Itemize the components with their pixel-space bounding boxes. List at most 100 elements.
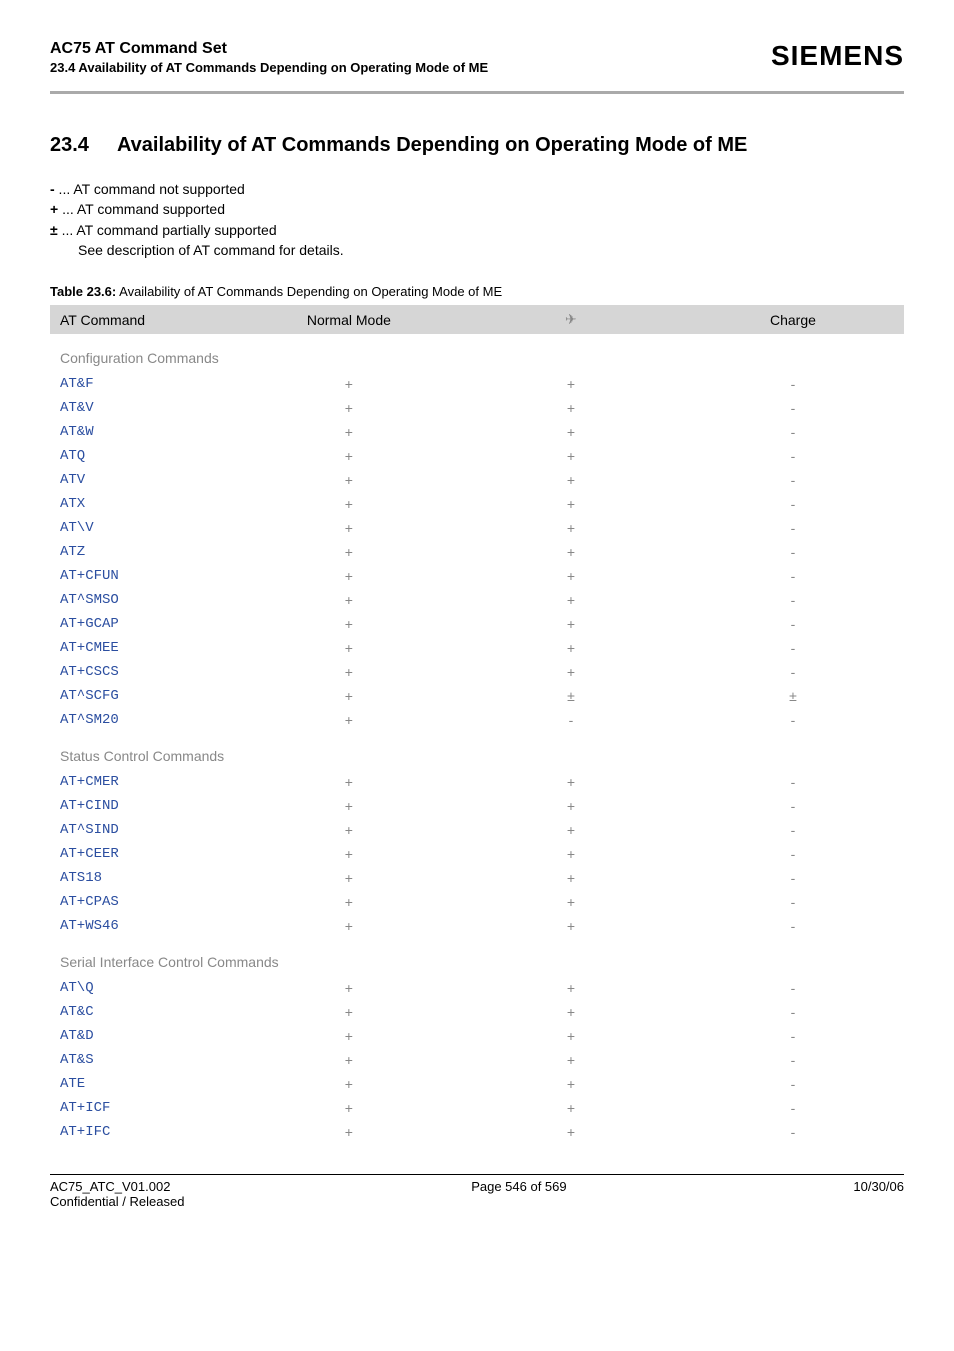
airplane-mode-cell: + (460, 396, 682, 420)
at-command-cell[interactable]: AT+CEER (50, 842, 238, 866)
charge-cell: - (682, 588, 904, 612)
normal-mode-cell: + (238, 540, 460, 564)
table-row: AT&D++- (50, 1024, 904, 1048)
at-command-cell[interactable]: AT\V (50, 516, 238, 540)
charge-cell: - (682, 564, 904, 588)
page-footer: AC75_ATC_V01.002 Confidential / Released… (50, 1175, 904, 1209)
footer-doc-id: AC75_ATC_V01.002 (50, 1179, 184, 1194)
charge-cell: - (682, 612, 904, 636)
at-command-cell[interactable]: AT+CSCS (50, 660, 238, 684)
table-row: AT^SMSO++- (50, 588, 904, 612)
table-row: AT+WS46++- (50, 914, 904, 938)
at-command-cell[interactable]: ATS18 (50, 866, 238, 890)
col-at-command: AT Command (50, 305, 238, 334)
at-command-cell[interactable]: AT+ICF (50, 1096, 238, 1120)
charge-cell: - (682, 516, 904, 540)
table-caption: Table 23.6: Availability of AT Commands … (50, 284, 904, 299)
airplane-mode-cell: + (460, 588, 682, 612)
legend-plusminus-text: ... AT command partially supported (58, 222, 277, 238)
at-command-cell[interactable]: AT^SIND (50, 818, 238, 842)
at-command-cell[interactable]: AT+CIND (50, 794, 238, 818)
charge-cell: - (682, 636, 904, 660)
airplane-mode-cell: + (460, 564, 682, 588)
normal-mode-cell: + (238, 794, 460, 818)
at-command-cell[interactable]: AT+CPAS (50, 890, 238, 914)
at-command-cell[interactable]: ATZ (50, 540, 238, 564)
section-title: Availability of AT Commands Depending on… (117, 134, 747, 156)
table-row: AT+GCAP++- (50, 612, 904, 636)
airplane-mode-cell: + (460, 866, 682, 890)
charge-cell: - (682, 660, 904, 684)
at-command-cell[interactable]: AT+CMEE (50, 636, 238, 660)
at-command-cell[interactable]: AT+CFUN (50, 564, 238, 588)
table-row: AT\Q++- (50, 976, 904, 1000)
airplane-mode-cell: + (460, 818, 682, 842)
charge-cell: - (682, 770, 904, 794)
at-command-cell[interactable]: AT&C (50, 1000, 238, 1024)
table-caption-text: Availability of AT Commands Depending on… (116, 284, 502, 299)
at-command-cell[interactable]: ATX (50, 492, 238, 516)
col-airplane-mode: ✈ (460, 305, 682, 334)
table-row: AT^SM20+-- (50, 708, 904, 732)
at-command-cell[interactable]: AT&S (50, 1048, 238, 1072)
airplane-mode-cell: + (460, 794, 682, 818)
table-row: AT+CMEE++- (50, 636, 904, 660)
normal-mode-cell: + (238, 420, 460, 444)
legend-plus-text: ... AT command supported (58, 201, 225, 217)
at-command-cell[interactable]: AT^SMSO (50, 588, 238, 612)
airplane-mode-cell: - (460, 708, 682, 732)
airplane-mode-cell: + (460, 612, 682, 636)
airplane-mode-cell: + (460, 842, 682, 866)
charge-cell: - (682, 1024, 904, 1048)
charge-cell: - (682, 444, 904, 468)
normal-mode-cell: + (238, 588, 460, 612)
legend: - ... AT command not supported + ... AT … (50, 179, 904, 260)
table-row: ATZ++- (50, 540, 904, 564)
table-header-row: AT Command Normal Mode ✈ Charge (50, 305, 904, 334)
brand-logo: SIEMENS (771, 40, 904, 72)
table-row: AT&F++- (50, 372, 904, 396)
charge-cell: - (682, 1096, 904, 1120)
charge-cell: - (682, 890, 904, 914)
legend-plus: + (50, 199, 58, 219)
normal-mode-cell: + (238, 842, 460, 866)
col-charge: Charge (682, 305, 904, 334)
normal-mode-cell: + (238, 818, 460, 842)
airplane-mode-cell: + (460, 770, 682, 794)
at-command-cell[interactable]: AT&F (50, 372, 238, 396)
airplane-mode-cell: + (460, 1096, 682, 1120)
at-command-cell[interactable]: AT&D (50, 1024, 238, 1048)
at-command-cell[interactable]: AT^SCFG (50, 684, 238, 708)
table-row: AT^SCFG+±± (50, 684, 904, 708)
charge-cell: - (682, 540, 904, 564)
airplane-mode-cell: + (460, 372, 682, 396)
at-command-cell[interactable]: ATQ (50, 444, 238, 468)
normal-mode-cell: + (238, 372, 460, 396)
at-command-cell[interactable]: AT+CMER (50, 770, 238, 794)
charge-cell: - (682, 1120, 904, 1144)
commands-table: AT Command Normal Mode ✈ Charge Configur… (50, 305, 904, 1144)
at-command-cell[interactable]: AT\Q (50, 976, 238, 1000)
table-row: ATX++- (50, 492, 904, 516)
at-command-cell[interactable]: AT^SM20 (50, 708, 238, 732)
at-command-cell[interactable]: ATE (50, 1072, 238, 1096)
table-row: ATV++- (50, 468, 904, 492)
normal-mode-cell: + (238, 636, 460, 660)
charge-cell: - (682, 976, 904, 1000)
charge-cell: - (682, 1048, 904, 1072)
table-caption-label: Table 23.6: (50, 284, 116, 299)
at-command-cell[interactable]: AT&V (50, 396, 238, 420)
at-command-cell[interactable]: AT&W (50, 420, 238, 444)
at-command-cell[interactable]: AT+GCAP (50, 612, 238, 636)
table-row: AT+CPAS++- (50, 890, 904, 914)
legend-note: See description of AT command for detail… (50, 240, 904, 260)
table-row: AT\V++- (50, 516, 904, 540)
airplane-mode-cell: + (460, 468, 682, 492)
at-command-cell[interactable]: ATV (50, 468, 238, 492)
table-row: AT+CEER++- (50, 842, 904, 866)
at-command-cell[interactable]: AT+WS46 (50, 914, 238, 938)
normal-mode-cell: + (238, 1024, 460, 1048)
normal-mode-cell: + (238, 1048, 460, 1072)
at-command-cell[interactable]: AT+IFC (50, 1120, 238, 1144)
charge-cell: - (682, 492, 904, 516)
